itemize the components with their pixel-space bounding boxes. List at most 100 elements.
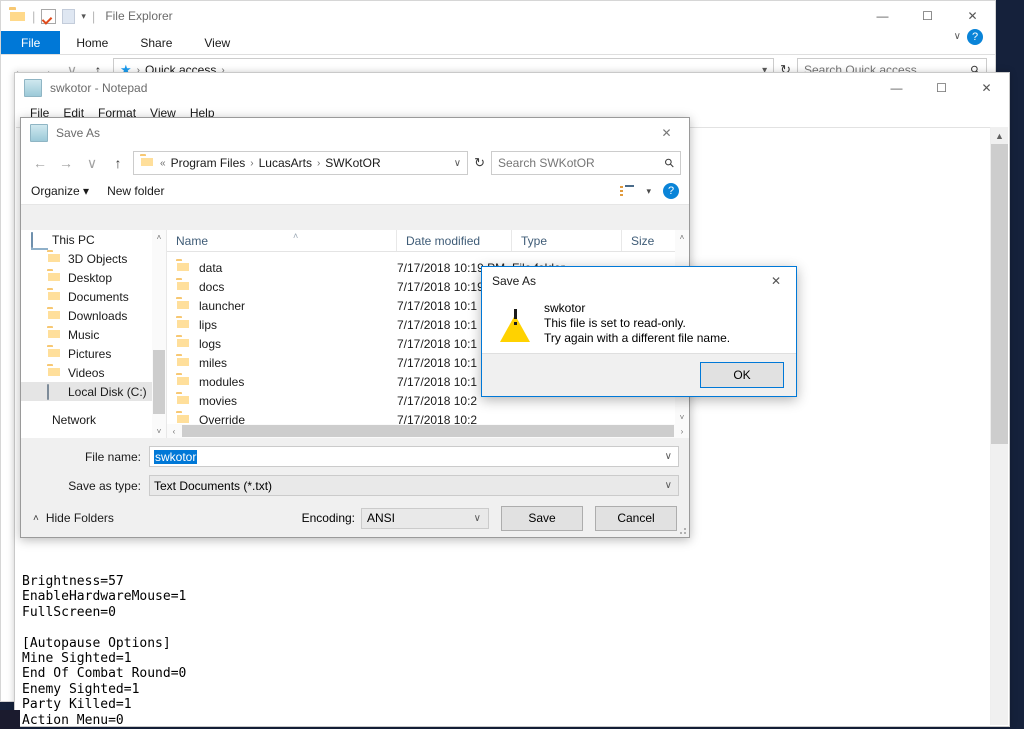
folder-icon <box>47 328 62 342</box>
help-icon[interactable]: ? <box>663 183 679 199</box>
scrollbar-thumb[interactable] <box>182 425 674 437</box>
chevron-up-icon[interactable]: ▲ <box>991 127 1008 144</box>
scrollbar-thumb[interactable] <box>991 144 1008 444</box>
ribbon-tabs: File Home Share View <box>1 31 995 55</box>
chevron-down-icon[interactable]: ∨ <box>665 480 674 491</box>
notepad-minimize-button[interactable]: — <box>874 73 919 103</box>
ribbon-expand-button[interactable]: ∨ <box>954 31 961 42</box>
text-line: EnableHardwareMouse=1 <box>22 589 187 605</box>
explorer-minimize-button[interactable]: — <box>860 1 905 31</box>
breadcrumb-item-program-files[interactable]: Program Files <box>171 156 246 170</box>
save-as-type-select[interactable]: Text Documents (*.txt) ∨ <box>149 475 679 496</box>
file-name: modules <box>199 374 245 389</box>
column-header-name[interactable]: Name <box>167 230 397 251</box>
column-header-date-modified[interactable]: Date modified <box>397 230 512 251</box>
nav-item-3d-objects[interactable]: 3D Objects <box>21 249 166 268</box>
folder-icon <box>47 290 62 304</box>
nav-item-network[interactable]: Network <box>21 410 166 429</box>
chevron-down-icon[interactable]: ▾ <box>81 11 86 22</box>
column-headers: Name Date modified Type Size ˄ <box>167 230 689 252</box>
chevron-down-icon[interactable]: ∨ <box>454 158 461 169</box>
help-icon[interactable]: ? <box>967 29 983 45</box>
nav-item-documents[interactable]: Documents <box>21 287 166 306</box>
breadcrumb[interactable]: « Program Files › LucasArts › SWKotOR ∨ <box>133 151 469 175</box>
tab-home[interactable]: Home <box>60 31 124 54</box>
file-name-input[interactable]: swkotor ∨ <box>149 446 679 467</box>
resize-grip[interactable] <box>676 524 686 534</box>
nav-item-music[interactable]: Music <box>21 325 166 344</box>
save-as-fields: File name: swkotor ∨ Save as type: Text … <box>21 438 689 500</box>
nav-item-label: Pictures <box>68 346 112 361</box>
notepad-maximize-button[interactable]: ☐ <box>919 73 964 103</box>
file-name-label: File name: <box>84 449 141 464</box>
recent-locations-button[interactable]: ∨ <box>81 152 103 174</box>
folder-icon <box>176 280 191 294</box>
nav-item-desktop[interactable]: Desktop <box>21 268 166 287</box>
chevron-up-icon[interactable]: ˄ <box>152 230 166 244</box>
encoding-select[interactable]: ANSI ∨ <box>361 507 489 529</box>
organize-button[interactable]: Organize ▾ <box>31 184 107 198</box>
save-as-title: Save As <box>56 126 101 140</box>
column-header-size[interactable]: Size <box>622 230 682 251</box>
back-button[interactable]: ← <box>29 152 51 174</box>
message-box-close-button[interactable]: ✕ <box>756 267 796 295</box>
search-icon[interactable]: ⚲ <box>662 155 678 171</box>
hide-folders-button[interactable]: ˄ Hide Folders <box>33 511 114 525</box>
tab-file[interactable]: File <box>1 31 61 54</box>
save-as-close-button[interactable]: ✕ <box>644 118 689 148</box>
tab-share[interactable]: Share <box>124 31 188 54</box>
nav-item-label: Documents <box>68 289 129 304</box>
notepad-close-button[interactable]: ✕ <box>964 73 1009 103</box>
nav-item-pictures[interactable]: Pictures <box>21 344 166 363</box>
scrollbar-thumb[interactable] <box>153 350 165 414</box>
breadcrumb-item-swkotor[interactable]: SWKotOR <box>325 156 380 170</box>
read-only-message-dialog: Save As ✕ swkotor This file is set to re… <box>481 266 797 397</box>
view-layout-icon[interactable] <box>620 185 635 197</box>
folder-icon <box>176 375 191 389</box>
chevron-down-icon[interactable]: ∨ <box>474 513 483 524</box>
nav-item-label: 3D Objects <box>68 251 128 266</box>
chevron-down-icon[interactable]: ∨ <box>665 451 674 462</box>
file-name: docs <box>199 279 225 294</box>
forward-button[interactable]: → <box>55 152 77 174</box>
search-input[interactable]: Search SWKotOR ⚲ <box>491 151 681 175</box>
search-placeholder: Search SWKotOR <box>498 156 595 170</box>
save-button[interactable]: Save <box>501 505 583 531</box>
folder-icon <box>176 261 191 275</box>
navigation-pane-scrollbar[interactable]: ˄ ˅ <box>152 230 166 438</box>
chevron-down-icon[interactable]: ˅ <box>675 410 689 424</box>
chevron-down-icon: ▾ <box>83 184 90 198</box>
chevron-up-icon[interactable]: ˄ <box>675 230 689 244</box>
chevron-left-icon[interactable]: ‹ <box>167 427 181 436</box>
refresh-button[interactable]: ↻ <box>472 155 487 171</box>
chevron-up-icon: ˄ <box>33 512 39 524</box>
chevron-right-icon[interactable]: › <box>675 427 689 436</box>
cancel-button[interactable]: Cancel <box>595 505 677 531</box>
file-name: data <box>199 260 223 275</box>
ok-button[interactable]: OK <box>700 362 784 388</box>
notepad-title: swkotor - Notepad <box>50 81 148 95</box>
panel-icon[interactable] <box>62 8 76 24</box>
file-list-horizontal-scrollbar[interactable]: ‹ › <box>167 424 689 438</box>
breadcrumb-overflow[interactable]: « <box>160 158 166 169</box>
column-header-type[interactable]: Type <box>512 230 622 251</box>
breadcrumb-item-lucasarts[interactable]: LucasArts <box>259 156 312 170</box>
nav-item-downloads[interactable]: Downloads <box>21 306 166 325</box>
folder-icon <box>176 337 191 351</box>
nav-item-label: Downloads <box>68 308 128 323</box>
save-as-toolbar: Organize ▾ New folder ▾ ? <box>21 178 689 205</box>
up-button[interactable]: ↑ <box>107 152 129 174</box>
nav-item-videos[interactable]: Videos <box>21 363 166 382</box>
nav-item-this-pc[interactable]: This PC <box>21 230 166 249</box>
new-folder-button[interactable]: New folder <box>107 184 182 198</box>
checkbox-icon[interactable] <box>41 8 57 24</box>
tab-view[interactable]: View <box>188 31 246 54</box>
notepad-vertical-scrollbar[interactable]: ▲ <box>990 127 1008 725</box>
quick-access-toolbar[interactable]: | ▾ | <box>1 8 95 24</box>
explorer-close-button[interactable]: ✕ <box>950 1 995 31</box>
chevron-down-icon[interactable]: ▾ <box>646 186 651 197</box>
chevron-down-icon[interactable]: ˅ <box>152 424 166 438</box>
explorer-maximize-button[interactable]: ☐ <box>905 1 950 31</box>
folder-icon <box>47 347 62 361</box>
nav-item-local-disk-c[interactable]: Local Disk (C:) <box>21 382 166 401</box>
